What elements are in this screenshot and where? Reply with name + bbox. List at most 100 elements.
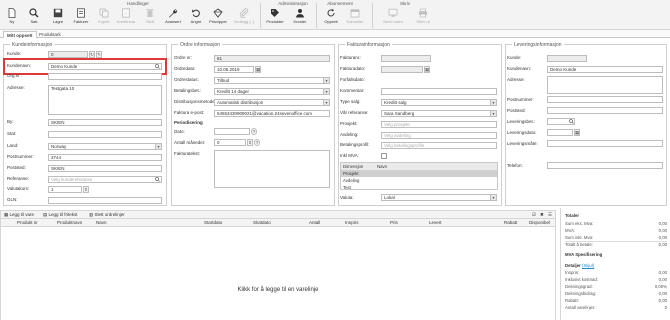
new-button[interactable]: Ny: [1, 8, 23, 28]
accrual-months-label: Antall måneder:: [174, 140, 206, 145]
payment-terms-label: Betalingsbet.:: [174, 88, 202, 93]
department-input[interactable]: Velg avdeling: [381, 132, 497, 139]
help-icon[interactable]: ?: [251, 128, 257, 135]
column-header[interactable]: Pris: [390, 220, 398, 225]
order-info-title: Ordre informasjon: [178, 42, 223, 48]
currency-select[interactable]: Lokal: [381, 194, 497, 201]
state-input[interactable]: [48, 131, 162, 138]
payment-profile-input[interactable]: Velg betalingsprofile: [381, 142, 497, 149]
advanced-button[interactable]: Avansert: [162, 8, 184, 28]
close-icon[interactable]: ✖: [540, 212, 544, 218]
customer-info-title: Kundeinformasjon: [10, 42, 55, 48]
project-input[interactable]: Velg prosjekt: [381, 121, 497, 128]
add-item-button[interactable]: ▦ Legg til vare: [4, 212, 34, 218]
delivery-address-input[interactable]: [547, 76, 663, 94]
search-icon[interactable]: [569, 119, 574, 124]
delivery-customer-input[interactable]: [547, 55, 587, 62]
column-header[interactable]: Sluttdato: [253, 220, 271, 225]
column-header[interactable]: Startdato: [204, 220, 222, 225]
delivery-customer-label: Kunde:: [507, 55, 522, 60]
payment-terms-select[interactable]: Kreditt 14 dager: [214, 88, 330, 95]
sale-type-select[interactable]: Kreditt salg: [381, 99, 497, 106]
customer-number-input[interactable]: 0: [48, 51, 88, 58]
save-button[interactable]: Lagre: [47, 8, 69, 28]
credit-note-button[interactable]: - Kreditnota: [115, 8, 137, 28]
calendar-icon[interactable]: ▦: [574, 129, 580, 136]
delivery-customer-name-input[interactable]: Demo Kunde: [547, 66, 663, 73]
checkbox-icon[interactable]: ☑: [532, 212, 536, 218]
attachments-button[interactable]: Vedlegg (..): [231, 8, 257, 28]
distribution-method-select[interactable]: Automatisk distribusjon: [214, 99, 330, 106]
delivery-method-input[interactable]: [547, 140, 663, 147]
undo-button[interactable]: Angre: [185, 8, 207, 28]
edit-customer-icon[interactable]: ✎: [96, 51, 102, 58]
cancel-subscription-button[interactable]: Kanseller: [344, 8, 366, 28]
address-input[interactable]: Testgata 10: [48, 85, 162, 115]
undo-icon: [192, 9, 200, 18]
comment-input[interactable]: [381, 88, 497, 95]
exchange-rate-input[interactable]: 1: [48, 186, 82, 193]
column-header[interactable]: Rabatt: [504, 220, 517, 225]
column-header[interactable]: Innpris: [345, 220, 359, 225]
column-header[interactable]: Antall: [309, 220, 320, 225]
invoice-button[interactable]: Fakturer: [70, 8, 92, 28]
create-subscription-button[interactable]: Opprett: [320, 8, 342, 28]
delete-button[interactable]: Slett: [139, 8, 161, 28]
delivery-date-input[interactable]: [547, 129, 573, 136]
calendar-icon[interactable]: ▦: [424, 66, 430, 73]
tab-produktark[interactable]: Produktark: [36, 31, 64, 38]
add-freetext-button[interactable]: ▤ Legg til fritekst: [43, 212, 78, 218]
price-flip-button[interactable]: Prisvipper: [207, 8, 229, 28]
print-button[interactable]: Skriv ut: [412, 8, 434, 28]
order-lines-toolbar: ▦ Legg til vare ▤ Legg til fritekst ▥ Sl…: [0, 210, 556, 219]
reference-input[interactable]: Velg kundereferanse: [48, 176, 162, 183]
column-header[interactable]: Produktnavn: [57, 220, 82, 225]
months-stepper-icon[interactable]: ⇕: [247, 139, 253, 146]
accrual-date-input[interactable]: [214, 128, 250, 135]
column-header[interactable]: Navn: [96, 220, 107, 225]
column-header[interactable]: Produkt nr: [17, 220, 38, 225]
column-header[interactable]: Levert: [429, 220, 442, 225]
column-header[interactable]: Disponibel: [529, 220, 550, 225]
our-reference-select[interactable]: Sara Sandberg: [381, 110, 497, 117]
hide-details-link[interactable]: (Skjul): [582, 263, 594, 268]
postal-code-input[interactable]: 3744: [48, 154, 162, 161]
help-icon[interactable]: ?: [254, 139, 260, 146]
order-status-select[interactable]: Tilbud: [214, 77, 330, 84]
country-select[interactable]: Norway: [48, 143, 162, 150]
incl-vat-checkbox[interactable]: [381, 153, 387, 159]
invoice-email-input[interactable]: 54553430909021@vacation.24sevenoffice.co…: [214, 110, 330, 117]
search-icon[interactable]: [155, 177, 160, 182]
save-icon: [53, 8, 63, 18]
delete-order-lines-button[interactable]: ▥ Slett ordrelinjer: [89, 212, 125, 218]
gln-input[interactable]: [48, 197, 162, 204]
menu-icon[interactable]: ☰: [548, 212, 552, 218]
org-number-input[interactable]: [48, 73, 162, 80]
products-button[interactable]: Produkter: [263, 8, 287, 28]
accrual-months-input[interactable]: 0: [214, 139, 246, 146]
table-row[interactable]: Test: [341, 184, 497, 191]
tab-mitt-oppsett[interactable]: Mitt oppsett: [3, 31, 37, 38]
order-lines-grid[interactable]: Klikk for å legge til en varelinje: [0, 227, 556, 320]
search-button[interactable]: Søk: [23, 8, 45, 28]
invoice-date-label: Fakturadato:: [340, 66, 366, 71]
send-order-button[interactable]: Send ordre: [380, 8, 406, 28]
calendar-icon: [350, 9, 360, 18]
city-input[interactable]: SKIEN: [48, 119, 162, 126]
delivery-post-town-input[interactable]: [547, 107, 663, 114]
table-row[interactable]: Avdeling: [341, 177, 497, 184]
order-date-input[interactable]: 10.05.2019: [214, 66, 254, 73]
copy-button[interactable]: Kopier: [93, 8, 115, 28]
table-row[interactable]: Prosjekt: [341, 170, 497, 177]
post-town-input[interactable]: SKIEN: [48, 165, 162, 172]
sale-type-label: Type salg:: [340, 99, 361, 104]
exchange-rate-stepper-icon[interactable]: ⇕: [83, 186, 89, 193]
refresh-customer-icon[interactable]: ↻: [89, 51, 95, 58]
state-label: Stat:: [7, 131, 17, 136]
empty-grid-message[interactable]: Klikk for å legge til en varelinje: [1, 287, 555, 293]
customers-button[interactable]: Kunder: [289, 8, 311, 28]
invoice-text-input[interactable]: [214, 150, 330, 188]
delivery-phone-input[interactable]: [547, 162, 663, 169]
calendar-icon[interactable]: ▦: [255, 66, 261, 73]
delivery-postal-code-input[interactable]: [547, 96, 663, 103]
